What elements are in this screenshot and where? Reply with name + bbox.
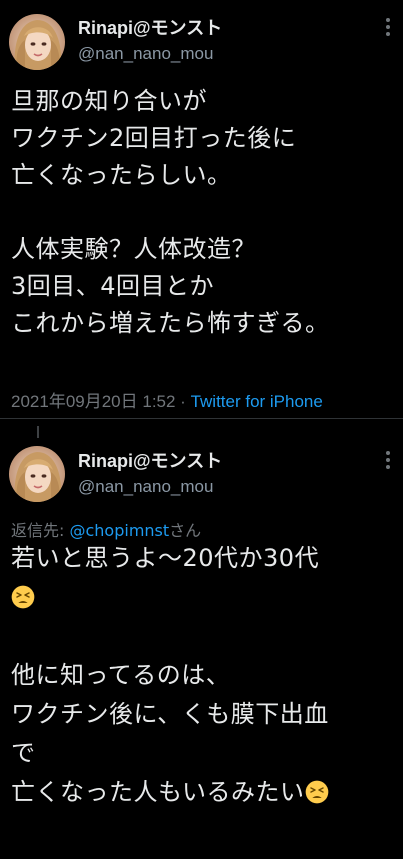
reply-mention-link[interactable]: @chopimnst — [69, 521, 169, 540]
tweet-text-line: 旦那の知り合いが — [11, 87, 207, 115]
tweet-text-line — [11, 617, 403, 656]
reply-tweet[interactable]: Rinapi@モンスト @nan_nano_mou 返信先: @chopimns… — [0, 418, 403, 859]
tweet-metadata: 2021年09月20日 1:52 · Twitter for iPhone — [11, 387, 323, 412]
reply-prefix: 返信先: — [11, 521, 70, 540]
tweet-text: 旦那の知り合いが ワクチン2回目打った後に 亡くなったらしい。 人体実験？人体改… — [11, 83, 403, 342]
tired-face-emoji — [11, 585, 35, 609]
avatar[interactable] — [9, 14, 65, 70]
reply-context: 返信先: @chopimnstさん — [11, 517, 201, 541]
tweet-text-line — [11, 578, 403, 617]
tweet[interactable]: Rinapi@モンスト @nan_nano_mou 旦那の知り合いが ワクチン2… — [0, 0, 403, 418]
tweet-text-line: 他に知ってるのは、 — [11, 661, 231, 689]
tweet-text-line: 3回目、4回目とか — [11, 272, 215, 300]
display-name[interactable]: Rinapi@モンスト — [78, 450, 222, 472]
tweet-timestamp[interactable]: 2021年09月20日 1:52 · — [11, 392, 191, 411]
tweet-text-line: 人体実験？人体改造？ — [11, 235, 256, 263]
user-info[interactable]: Rinapi@モンスト @nan_nano_mou — [78, 450, 222, 498]
tweet-text-line: ワクチン2回目打った後に — [11, 124, 297, 152]
display-name[interactable]: Rinapi@モンスト — [78, 17, 222, 39]
tweet-text-line: 若いと思うよ〜20代か30代 — [11, 544, 320, 572]
more-options-icon[interactable] — [385, 18, 391, 40]
user-info[interactable]: Rinapi@モンスト @nan_nano_mou — [78, 17, 222, 65]
tweet-text-line — [11, 194, 403, 231]
tweet-text-line: これから増えたら怖すぎる。 — [11, 309, 330, 337]
tweet-text-fragment: 亡くなった人もいるみたい — [11, 778, 305, 806]
tweet-text-line: 亡くなったらしい。 — [11, 161, 232, 189]
tweet-text-line: で — [11, 739, 36, 767]
reply-suffix: さん — [169, 521, 202, 540]
more-options-icon[interactable] — [385, 451, 391, 473]
tired-face-emoji — [305, 780, 328, 804]
tweet-text: 若いと思うよ〜20代か30代 他に知ってるのは、 ワクチン後に、くも膜下出血 で… — [11, 539, 403, 812]
tweet-text-line: 亡くなった人もいるみたい — [11, 773, 403, 812]
avatar-image — [9, 14, 65, 70]
avatar-image — [9, 446, 65, 502]
avatar[interactable] — [9, 446, 65, 502]
user-handle[interactable]: @nan_nano_mou — [78, 476, 222, 498]
user-handle[interactable]: @nan_nano_mou — [78, 43, 222, 65]
tweet-source-link[interactable]: Twitter for iPhone — [191, 392, 323, 411]
tweet-text-line: ワクチン後に、くも膜下出血 — [11, 700, 329, 728]
